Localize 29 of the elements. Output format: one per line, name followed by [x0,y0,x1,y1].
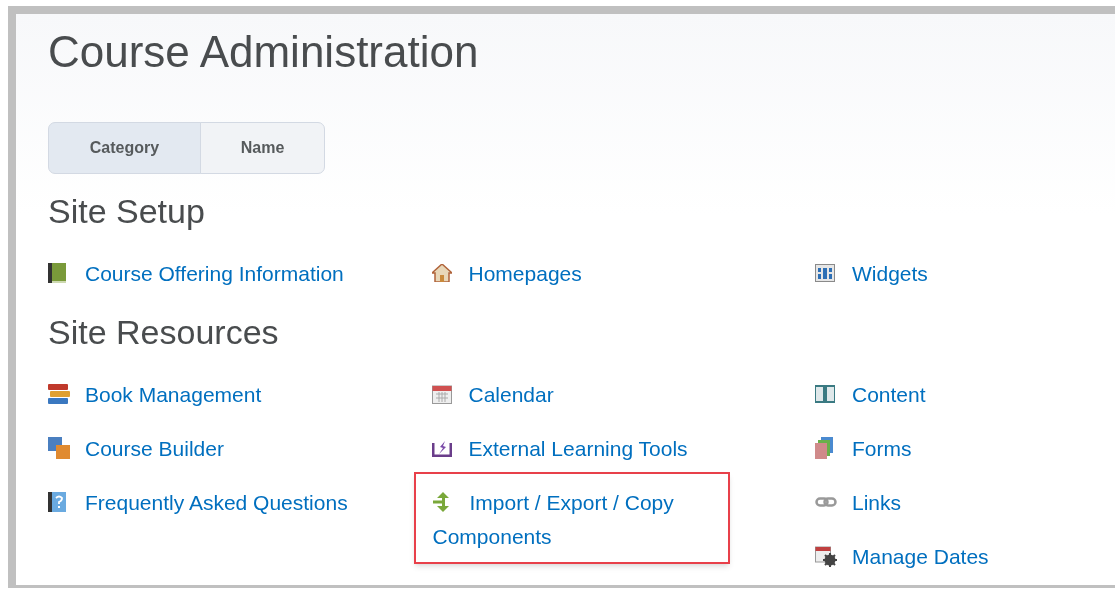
open-book-icon [815,385,835,404]
calendar-icon [431,384,452,405]
tool-link[interactable]: Links [815,486,1115,519]
view-toggle-tab[interactable]: Name [200,122,325,174]
link-icon [815,497,837,508]
widget-grid-icon [815,264,835,283]
section-heading: Site Setup [48,191,205,231]
tool-link[interactable]: Course Builder [48,432,348,465]
tool-link[interactable]: Homepages [431,257,732,290]
book-icon [48,263,66,284]
books-stack-icon [48,384,70,405]
house-icon [431,264,452,283]
tool-link[interactable]: Course Offering Information [48,257,348,290]
question-book-icon [48,492,66,513]
tool-link[interactable]: Widgets [815,257,1115,290]
tool-link[interactable]: External Learning Tools [431,432,732,465]
tool-link[interactable]: Import / Export / Copy Components [432,486,728,554]
tool-link[interactable]: Book Management [48,378,348,411]
tool-link[interactable]: Forms [815,432,1115,465]
tool-link[interactable]: Calendar [431,378,732,411]
stacked-squares-icon [48,437,70,460]
section-heading: Site Resources [48,312,279,352]
page-title: Course Administration [48,26,480,78]
forms-stack-icon [815,437,833,460]
tool-link[interactable]: Content [815,378,1115,411]
tool-link[interactable]: Frequently Asked Questions [48,486,348,519]
view-toggle-tab[interactable]: Category [48,122,201,174]
tool-link[interactable]: Manage Dates [815,540,1115,573]
calendar-gear-icon [815,545,837,568]
